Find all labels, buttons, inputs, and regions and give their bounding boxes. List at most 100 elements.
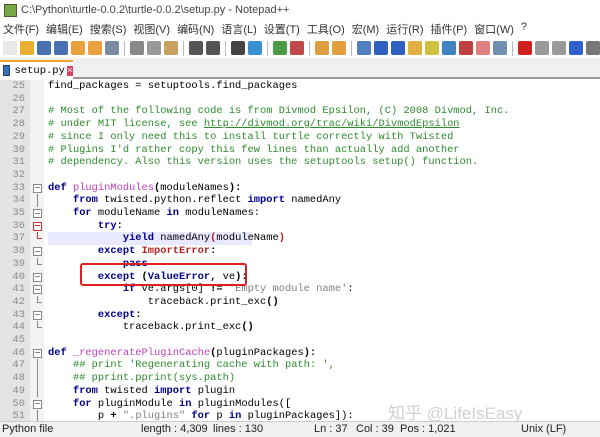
paste-icon[interactable] — [164, 41, 178, 55]
fold-toggle-icon[interactable] — [33, 220, 42, 233]
word-wrap-icon[interactable] — [357, 41, 371, 55]
sync-horizontal-icon[interactable] — [332, 41, 346, 55]
function-list-icon[interactable] — [442, 41, 456, 55]
line-code: except: — [48, 309, 142, 322]
indent-guide-icon[interactable] — [391, 41, 405, 55]
code-token: # under MIT license, see — [48, 118, 204, 131]
code-token: for — [191, 410, 211, 421]
file-saved-icon — [3, 65, 11, 76]
line-number: 38 — [12, 245, 25, 258]
find-icon[interactable] — [231, 41, 245, 55]
line-number: 36 — [12, 219, 25, 232]
undo-icon[interactable] — [189, 41, 203, 55]
menu-item[interactable]: ? — [518, 21, 531, 38]
menu-item[interactable]: 视图(V) — [130, 21, 174, 38]
tab-bar: setup.py × — [0, 58, 600, 79]
zoom-out-icon[interactable] — [290, 41, 304, 55]
menu-item[interactable]: 编码(N) — [174, 21, 218, 38]
toolbar-separator — [124, 40, 125, 56]
menu-item[interactable]: 插件(P) — [428, 21, 472, 38]
folder-workspace-icon[interactable] — [459, 41, 473, 55]
show-all-chars-icon[interactable] — [374, 41, 388, 55]
code-token: from — [72, 194, 98, 207]
save-macro-icon[interactable] — [586, 41, 600, 55]
code-token: for — [72, 397, 92, 410]
menu-item[interactable]: 搜索(S) — [87, 21, 131, 38]
menu-item[interactable]: 文件(F) — [0, 21, 43, 38]
close-all-icon[interactable] — [88, 41, 102, 55]
redo-icon[interactable] — [206, 41, 220, 55]
toolbar-separator — [309, 40, 310, 56]
menu-item[interactable]: 宏(M) — [349, 21, 384, 38]
code-line: 31 # dependency. Also this version uses t… — [0, 156, 600, 169]
line-number: 49 — [12, 384, 25, 397]
code-token: plugin — [191, 384, 236, 397]
zoom-in-icon[interactable] — [273, 41, 287, 55]
line-number: 45 — [12, 334, 25, 346]
tab-label: setup.py — [14, 64, 65, 77]
menu-item[interactable]: 工具(O) — [304, 21, 349, 38]
line-number: 26 — [12, 92, 25, 105]
udl-icon[interactable] — [408, 41, 422, 55]
cut-icon[interactable] — [130, 41, 144, 55]
save-all-icon[interactable] — [54, 41, 68, 55]
close-icon[interactable] — [71, 41, 85, 55]
new-file-icon[interactable] — [3, 41, 17, 55]
code-token: p — [48, 410, 111, 421]
code-token: pluginPackages — [216, 346, 304, 359]
menu-item[interactable]: 语言(L) — [218, 21, 260, 38]
fold-toggle-icon[interactable] — [33, 182, 42, 195]
line-number: 31 — [12, 156, 25, 169]
sync-vertical-icon[interactable] — [315, 41, 329, 55]
code-line: 34 from twisted.python.reflect import na… — [0, 194, 600, 207]
line-code: for pluginModule in pluginModules([ — [48, 398, 291, 411]
menu-item[interactable]: 编辑(E) — [43, 21, 87, 38]
line-number: 25 — [12, 80, 25, 92]
line-code: traceback.print_exc() — [48, 296, 279, 309]
stop-macro-icon[interactable] — [535, 41, 549, 55]
fold-toggle-icon[interactable] — [33, 271, 42, 284]
code-line: 28 # under MIT license, see http://divmod… — [0, 118, 600, 131]
fold-toggle-icon[interactable] — [33, 207, 42, 220]
highlight-annotation-box — [80, 263, 247, 286]
line-code: ## print 'Regenerating cache with path: … — [48, 359, 335, 372]
replace-icon[interactable] — [248, 41, 262, 55]
save-icon[interactable] — [37, 41, 51, 55]
menu-item[interactable]: 运行(R) — [383, 21, 427, 38]
code-token: for — [72, 207, 92, 219]
fold-toggle-icon[interactable] — [33, 309, 42, 322]
print-icon[interactable] — [105, 41, 119, 55]
tab-setup-py[interactable]: setup.py × — [0, 60, 73, 79]
code-editor[interactable]: 25 find_packages = setuptools.find_packag… — [0, 80, 600, 421]
menu-item[interactable]: 设置(T) — [261, 21, 304, 38]
code-token: in — [166, 207, 179, 219]
close-tab-icon[interactable]: × — [66, 65, 73, 76]
url-link[interactable]: http://divmod.org/trac/wiki/DivmodEpsilo… — [204, 118, 460, 130]
open-file-icon[interactable] — [20, 41, 34, 55]
code-token: () — [266, 295, 279, 308]
monitoring-icon[interactable] — [493, 41, 507, 55]
code-token: in — [228, 410, 242, 421]
code-line: 45 — [0, 334, 600, 347]
line-number: 47 — [12, 359, 25, 372]
doc-list-icon[interactable] — [476, 41, 490, 55]
fold-toggle-icon[interactable] — [33, 283, 42, 296]
fold-toggle-icon[interactable] — [33, 398, 42, 411]
line-code: # under MIT license, see http://divmod.o… — [48, 118, 460, 131]
status-bar: Python file length : 4,309 lines : 130 L… — [0, 421, 600, 437]
play-macro-icon[interactable] — [552, 41, 566, 55]
code-token: pluginPackages]): — [241, 410, 354, 421]
fold-toggle-icon[interactable] — [33, 347, 42, 360]
run-macro-multiple-icon[interactable] — [569, 41, 583, 55]
line-number: 39 — [12, 257, 25, 270]
doc-map-icon[interactable] — [425, 41, 439, 55]
record-macro-icon[interactable] — [518, 41, 532, 55]
menu-item[interactable]: 窗口(W) — [471, 21, 518, 38]
fold-toggle-icon[interactable] — [33, 245, 42, 258]
copy-icon[interactable] — [147, 41, 161, 55]
code-line: 36 try: — [0, 220, 600, 233]
code-line: 27 # Most of the following code is from D… — [0, 105, 600, 118]
